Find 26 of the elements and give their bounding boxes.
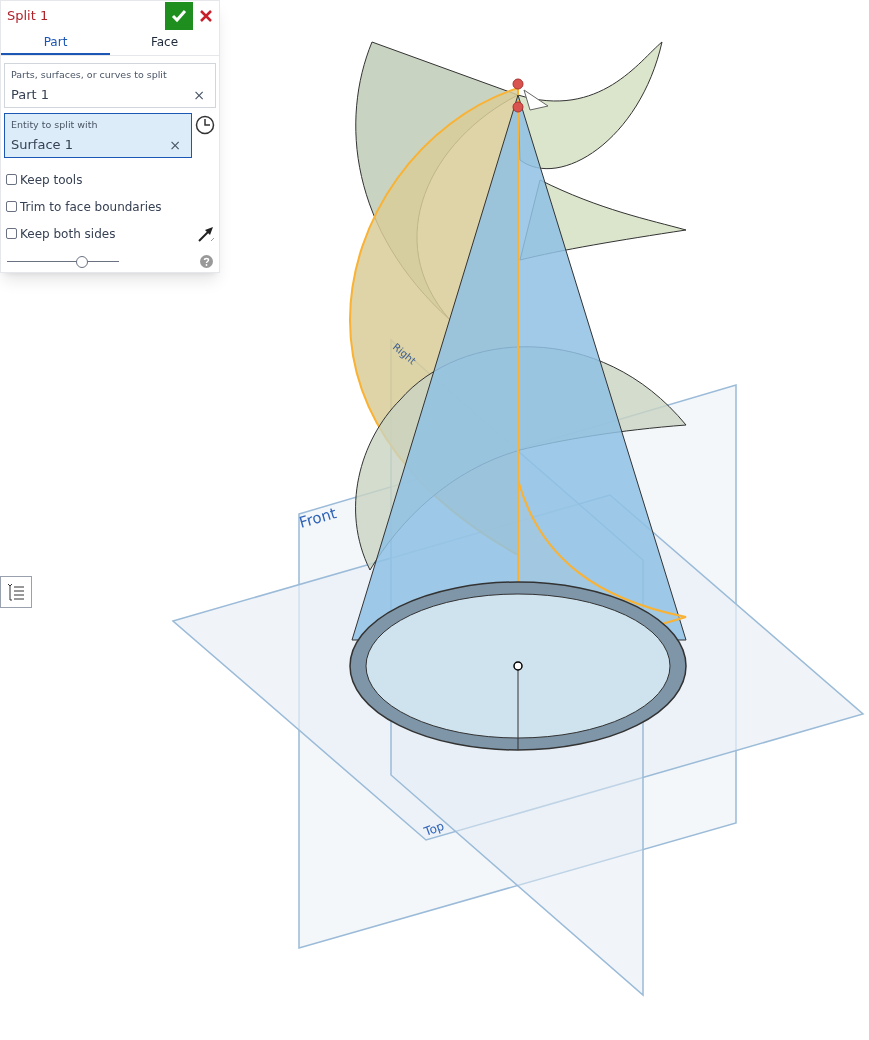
dialog-title: Split 1 <box>6 6 50 25</box>
slider-track[interactable] <box>7 255 119 268</box>
field-label: Entity to split with <box>11 118 99 132</box>
confirm-check-icon[interactable] <box>165 1 193 30</box>
field-label: Parts, surfaces, or curves to split <box>11 68 168 82</box>
tab[interactable]: Face <box>110 30 219 55</box>
selection-field[interactable]: Parts, surfaces, or curves to split Part 1 × <box>4 63 216 108</box>
direction-arrow-icon[interactable] <box>197 224 215 243</box>
clock-icon[interactable] <box>195 115 215 135</box>
checkbox[interactable] <box>6 228 17 239</box>
tab[interactable]: Part <box>1 30 110 55</box>
plane-label: Top <box>422 818 447 839</box>
clear-button[interactable]: × <box>193 88 209 102</box>
clear-button[interactable]: × <box>169 138 185 152</box>
checkbox-label: Keep tools <box>20 171 83 189</box>
slider-thumb[interactable] <box>76 255 88 268</box>
field-value: Surface 1 <box>11 136 73 155</box>
checkbox[interactable] <box>6 201 17 212</box>
field-value: Part 1 <box>11 86 50 105</box>
plane-label: Front <box>297 504 339 532</box>
checkbox[interactable] <box>6 174 17 185</box>
checkbox-label: Trim to face boundaries <box>20 198 162 216</box>
checkbox-label: Keep both sides <box>20 225 116 243</box>
list-icon[interactable] <box>0 576 32 608</box>
help-icon[interactable] <box>200 255 213 268</box>
selection-field[interactable]: Entity to split with Surface 1 × <box>4 113 192 158</box>
